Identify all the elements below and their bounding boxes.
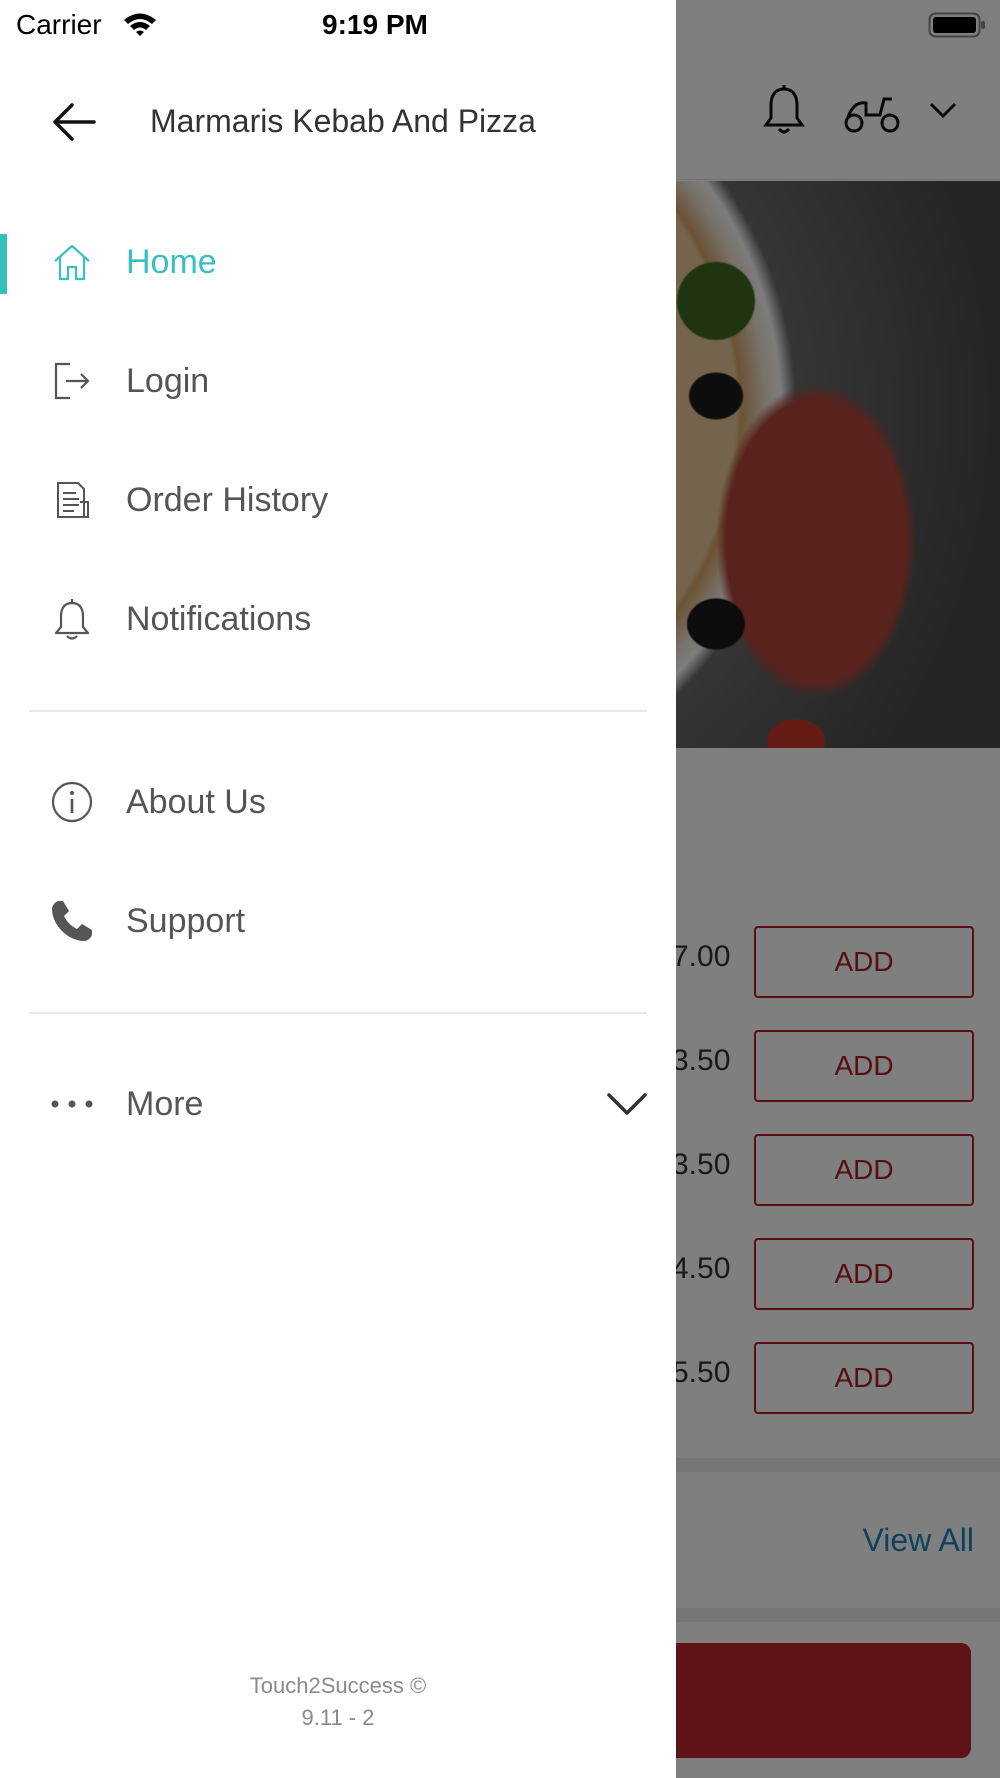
drawer-item-label: More [126,1084,204,1123]
status-bar: Carrier 9:19 PM [0,0,1000,50]
drawer-divider [29,1012,647,1014]
restaurant-name: Marmaris Kebab And Pizza [150,103,536,139]
battery-icon [928,12,985,38]
drawer-footer: Touch2Success © 9.11 - 2 [0,1670,676,1734]
bell-icon [50,597,94,641]
chevron-down-icon [607,1093,647,1115]
drawer-item-more[interactable]: More [0,1056,676,1152]
drawer-item-home[interactable]: Home [0,214,676,310]
drawer-item-support[interactable]: Support [0,873,676,969]
drawer-item-label: About Us [126,782,266,821]
drawer-item-order-history[interactable]: Order History [0,452,676,548]
receipt-icon [50,478,94,522]
phone-icon [50,899,94,943]
status-time: 9:19 PM [322,9,428,40]
drawer-scrim[interactable] [676,0,1000,1778]
drawer-item-label: Notifications [126,599,312,638]
drawer-item-about-us[interactable]: About Us [0,754,676,850]
drawer-item-label: Support [126,901,246,940]
more-dots-icon [50,1082,94,1126]
back-arrow-icon[interactable] [52,102,96,142]
brand-credit: Touch2Success © [249,1673,427,1698]
drawer-header: Marmaris Kebab And Pizza [0,72,676,172]
info-icon [50,780,94,824]
drawer-divider [29,710,647,712]
drawer-item-login[interactable]: Login [0,333,676,429]
home-icon [50,240,94,284]
navigation-drawer: Marmaris Kebab And Pizza Home Login Orde… [0,0,676,1778]
drawer-item-label: Home [126,242,217,281]
drawer-item-notifications[interactable]: Notifications [0,571,676,667]
drawer-item-label: Login [126,361,210,400]
app-version: 9.11 - 2 [301,1705,375,1730]
login-icon [50,359,94,403]
drawer-item-label: Order History [126,480,329,519]
